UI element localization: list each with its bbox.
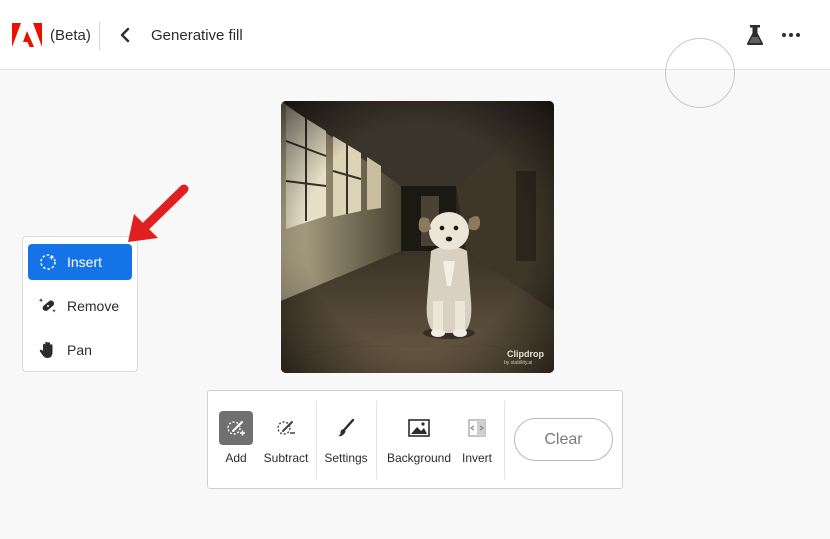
page-title: Generative fill: [151, 27, 243, 44]
invert-icon: [460, 411, 494, 445]
watermark-text: Clipdrop: [507, 349, 544, 359]
subtract-label: Subtract: [263, 451, 309, 465]
annotation-arrow-icon: [128, 184, 189, 242]
invert-label: Invert: [461, 451, 492, 465]
add-label: Add: [225, 451, 247, 465]
pan-tool-label: Pan: [67, 342, 92, 358]
add-brush-icon: [219, 411, 253, 445]
background-button[interactable]: Background: [384, 411, 454, 471]
image-icon: [402, 411, 436, 445]
brush-icon: [329, 411, 363, 445]
add-button[interactable]: Add: [216, 411, 256, 471]
toolbar-divider: [316, 401, 317, 479]
canvas-image[interactable]: Clipdrop by stability.ai: [281, 101, 554, 373]
settings-label: Settings: [324, 451, 368, 465]
labs-flask-icon[interactable]: [745, 24, 765, 46]
more-options-icon[interactable]: [779, 25, 803, 45]
settings-button[interactable]: Settings: [322, 411, 370, 471]
beta-label: (Beta): [50, 27, 91, 44]
brush-cursor-circle: [665, 38, 735, 108]
toolbar-divider: [376, 401, 377, 479]
remove-tool-button[interactable]: Remove: [28, 288, 132, 324]
watermark-subtext: by stability.ai: [504, 360, 533, 366]
background-label: Background: [386, 451, 452, 465]
insert-tool-label: Insert: [67, 254, 103, 270]
tool-panel: Insert Remove Pan: [22, 236, 138, 372]
selection-toolbar: Add Subtract Settings Background Invert …: [207, 390, 623, 489]
insert-tool-button[interactable]: Insert: [28, 244, 132, 280]
invert-button[interactable]: Invert: [458, 411, 496, 471]
subtract-button[interactable]: Subtract: [259, 411, 313, 471]
hand-icon: [38, 340, 58, 360]
remove-tool-label: Remove: [67, 298, 120, 314]
puppy-hallway-image: [281, 101, 554, 373]
insert-selection-icon: [38, 252, 58, 272]
clear-button[interactable]: Clear: [514, 418, 613, 461]
back-chevron-icon[interactable]: [116, 24, 136, 46]
toolbar-divider: [504, 401, 505, 479]
adobe-logo-icon[interactable]: [12, 23, 42, 47]
subtract-brush-icon: [269, 411, 303, 445]
pan-tool-button[interactable]: Pan: [28, 332, 132, 368]
magic-wand-bandage-icon: [38, 296, 58, 316]
header-divider: [99, 22, 100, 50]
